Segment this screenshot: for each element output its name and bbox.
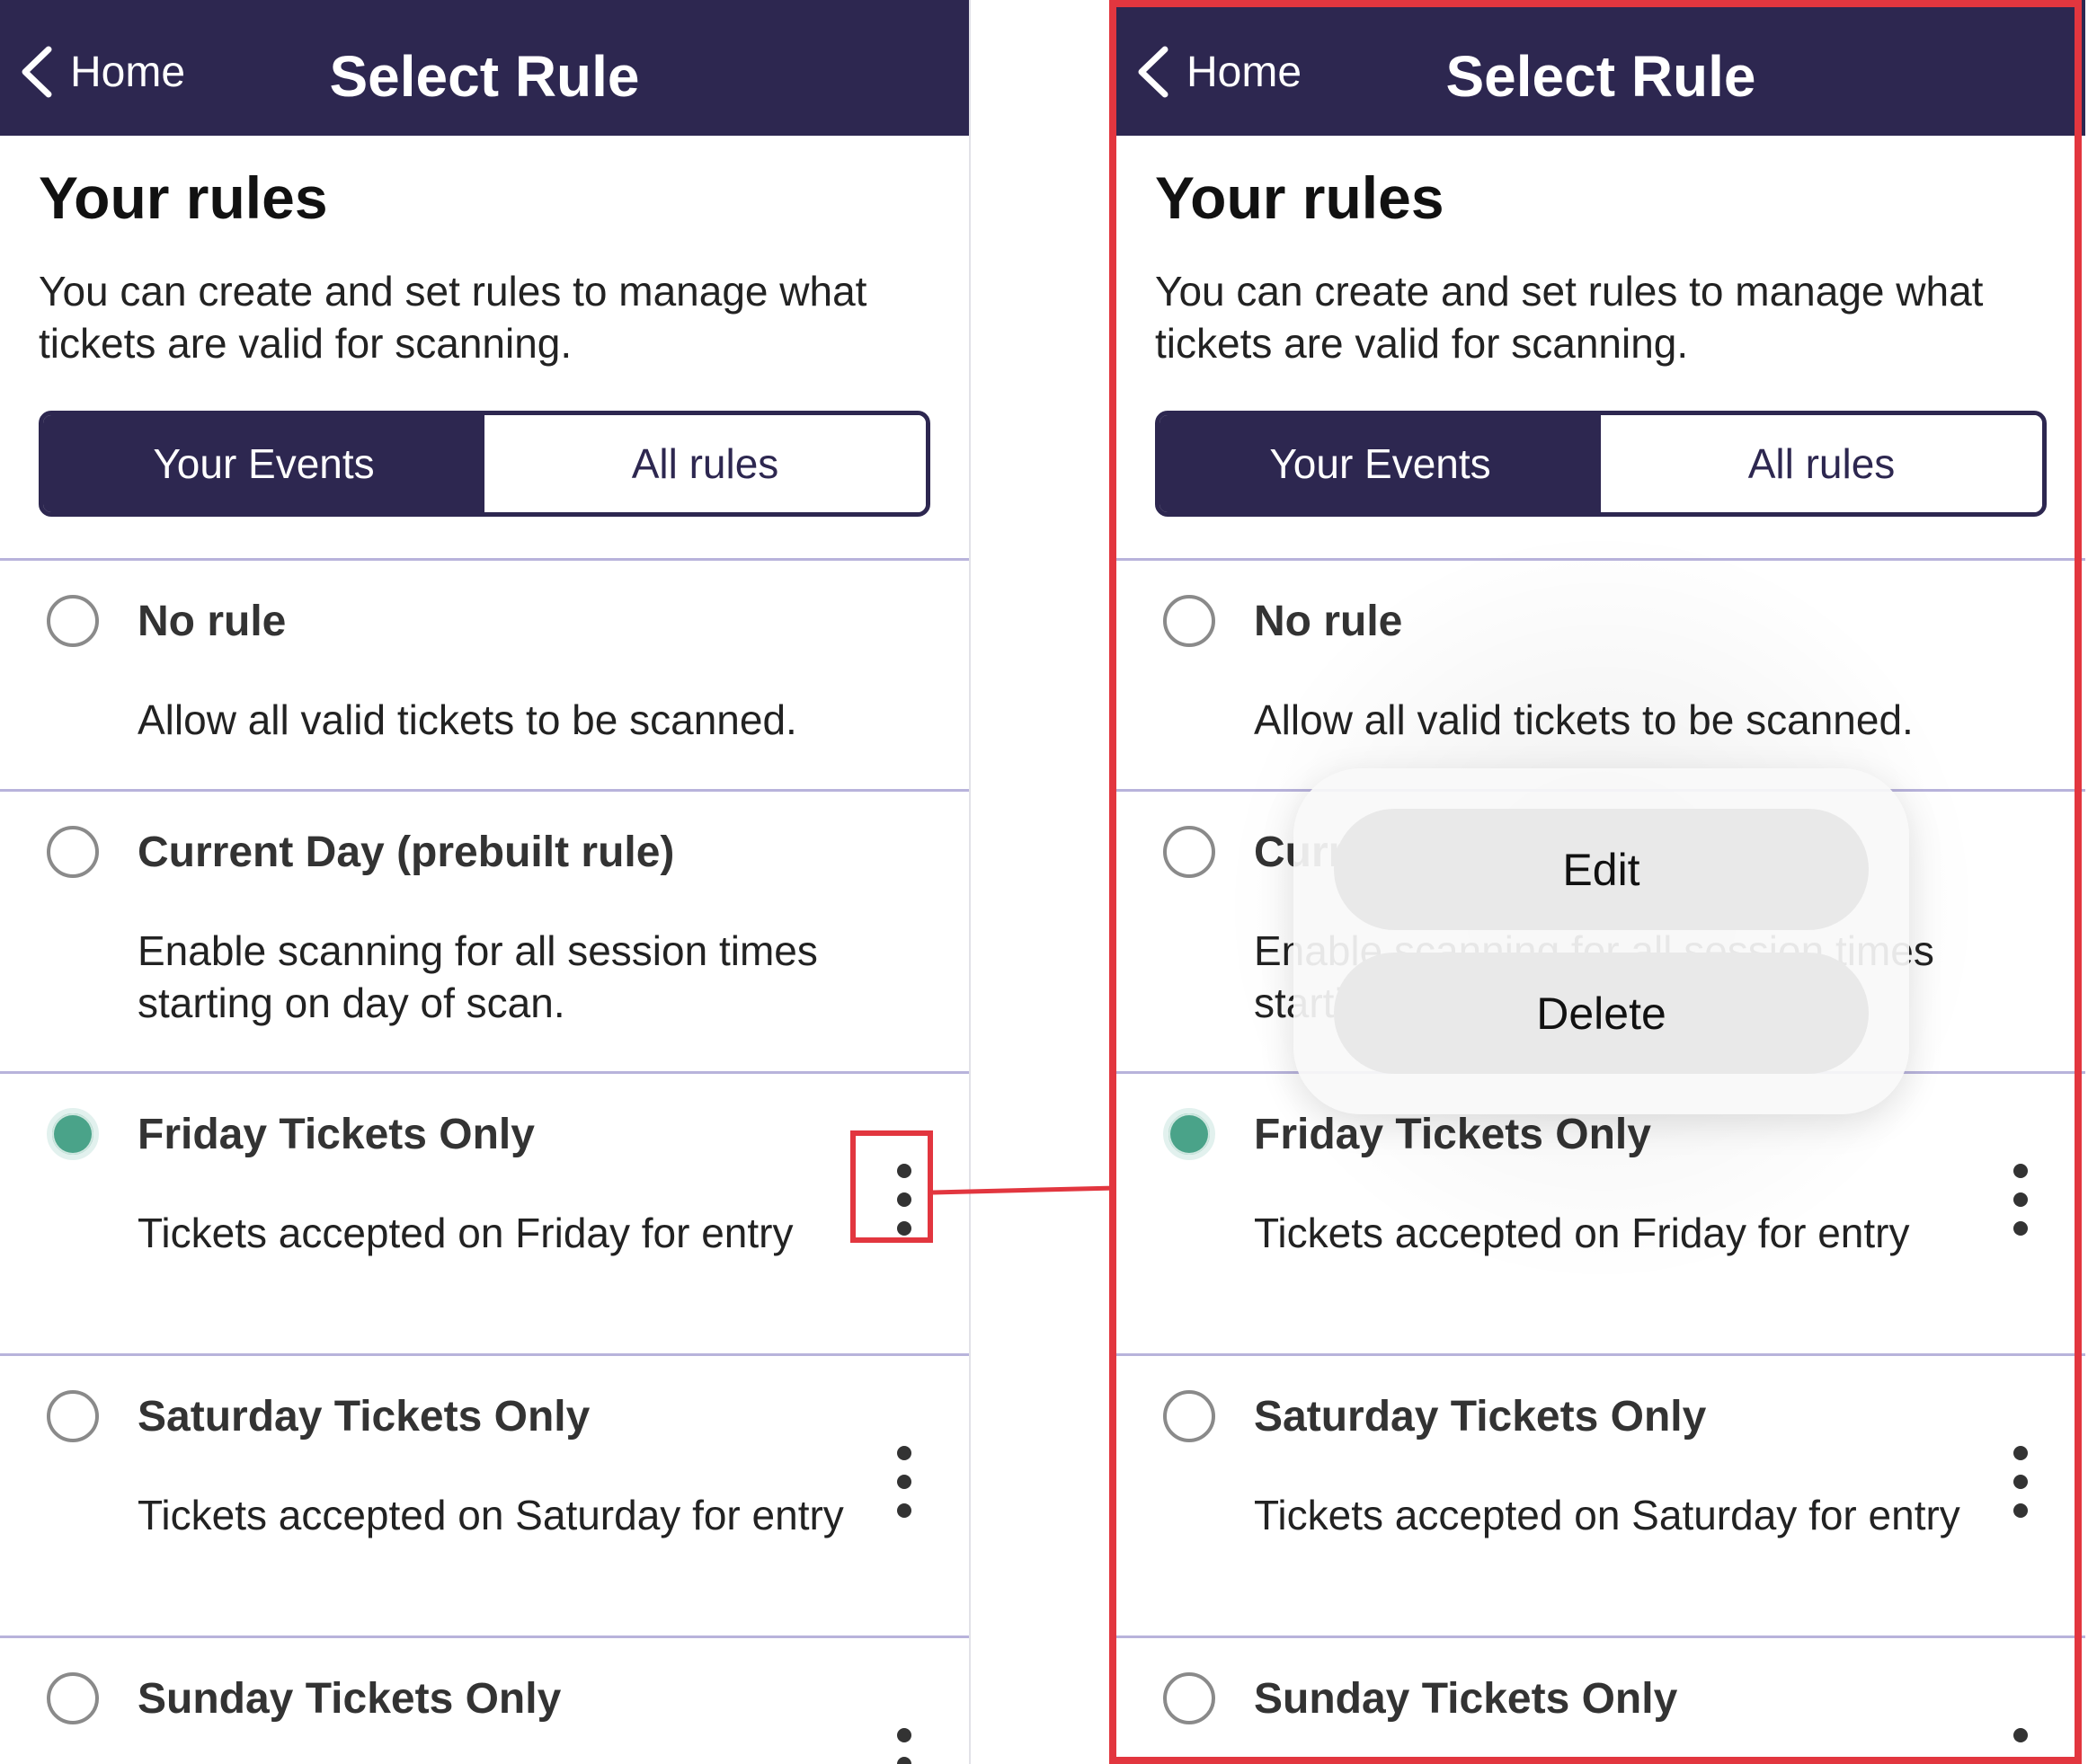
rule-item-saturday[interactable]: Saturday Tickets Only Tickets accepted o… bbox=[1116, 1353, 2085, 1635]
nav-title: Select Rule bbox=[1445, 44, 1756, 109]
delete-button[interactable]: Delete bbox=[1334, 953, 1869, 1074]
navigation-bar: Home Select Rule bbox=[1116, 0, 2085, 136]
rule-title: Friday Tickets Only bbox=[138, 1111, 535, 1158]
rule-item-no-rule[interactable]: No rule Allow all valid tickets to be sc… bbox=[1116, 558, 2085, 789]
rule-title: Sunday Tickets Only bbox=[138, 1675, 562, 1723]
rule-list: No rule Allow all valid tickets to be sc… bbox=[0, 558, 969, 1764]
highlight-box bbox=[850, 1130, 933, 1243]
rule-description: Tickets accepted on Saturday for entry bbox=[138, 1492, 844, 1538]
page-heading: Your rules bbox=[39, 164, 328, 231]
rule-description: Allow all valid tickets to be scanned. bbox=[1254, 696, 1914, 743]
radio-button[interactable] bbox=[1163, 1672, 1215, 1724]
radio-button-selected[interactable] bbox=[47, 1108, 99, 1160]
more-vertical-icon[interactable] bbox=[893, 1446, 915, 1518]
rule-description: Tickets accepted on Friday for entry bbox=[138, 1210, 794, 1256]
rule-description: Enable scanning for all session times st… bbox=[138, 927, 818, 1026]
nav-title: Select Rule bbox=[329, 44, 640, 109]
context-menu: Edit Delete bbox=[1293, 768, 1909, 1114]
rule-title: No rule bbox=[138, 598, 287, 645]
tab-your-events[interactable]: Your Events bbox=[1160, 415, 1601, 512]
rule-title: Saturday Tickets Only bbox=[1254, 1393, 1707, 1440]
rule-item-current-day[interactable]: Current Day (prebuilt rule) Enable scann… bbox=[0, 789, 969, 1071]
tab-switcher: Your Events All rules bbox=[1155, 411, 2047, 517]
page-heading: Your rules bbox=[1155, 164, 1444, 231]
edit-button[interactable]: Edit bbox=[1334, 809, 1869, 930]
rule-title: Friday Tickets Only bbox=[1254, 1111, 1651, 1158]
rule-description: Tickets accepted on Saturday for entry bbox=[1254, 1492, 1960, 1538]
rule-item-no-rule[interactable]: No rule Allow all valid tickets to be sc… bbox=[0, 558, 969, 789]
tab-your-events[interactable]: Your Events bbox=[43, 415, 484, 512]
rule-item-saturday[interactable]: Saturday Tickets Only Tickets accepted o… bbox=[0, 1353, 969, 1635]
radio-button[interactable] bbox=[1163, 595, 1215, 647]
rule-item-sunday[interactable]: Sunday Tickets Only bbox=[0, 1635, 969, 1764]
connector-line bbox=[932, 1185, 1117, 1195]
radio-button[interactable] bbox=[47, 595, 99, 647]
radio-button[interactable] bbox=[1163, 826, 1215, 878]
rule-description: Tickets accepted on Friday for entry bbox=[1254, 1210, 1910, 1256]
rule-description: Allow all valid tickets to be scanned. bbox=[138, 696, 797, 743]
rule-title: Saturday Tickets Only bbox=[138, 1393, 591, 1440]
radio-button[interactable] bbox=[47, 1390, 99, 1442]
more-vertical-icon[interactable] bbox=[2010, 1446, 2031, 1518]
radio-button[interactable] bbox=[47, 1672, 99, 1724]
page-description: You can create and set rules to manage w… bbox=[1155, 268, 1984, 367]
screen-after: Home Select Rule Your rules You can crea… bbox=[1116, 0, 2085, 1764]
radio-button-selected[interactable] bbox=[1163, 1108, 1215, 1160]
page-description: You can create and set rules to manage w… bbox=[39, 268, 867, 367]
more-vertical-icon[interactable] bbox=[2010, 1164, 2031, 1236]
tab-switcher: Your Events All rules bbox=[39, 411, 930, 517]
more-vertical-icon[interactable] bbox=[2010, 1728, 2031, 1764]
rule-item-friday[interactable]: Friday Tickets Only Tickets accepted on … bbox=[0, 1071, 969, 1353]
more-vertical-icon[interactable] bbox=[893, 1728, 915, 1764]
tab-all-rules[interactable]: All rules bbox=[1601, 415, 2042, 512]
rule-title: No rule bbox=[1254, 598, 1403, 645]
tab-all-rules[interactable]: All rules bbox=[484, 415, 926, 512]
navigation-bar: Home Select Rule bbox=[0, 0, 969, 136]
radio-button[interactable] bbox=[1163, 1390, 1215, 1442]
radio-button[interactable] bbox=[47, 826, 99, 878]
rule-item-sunday[interactable]: Sunday Tickets Only bbox=[1116, 1635, 2085, 1764]
rule-title: Current Day (prebuilt rule) bbox=[138, 829, 675, 876]
rule-title: Sunday Tickets Only bbox=[1254, 1675, 1678, 1723]
rule-list: No rule Allow all valid tickets to be sc… bbox=[1116, 558, 2085, 1764]
screen-before: Home Select Rule Your rules You can crea… bbox=[0, 0, 971, 1764]
